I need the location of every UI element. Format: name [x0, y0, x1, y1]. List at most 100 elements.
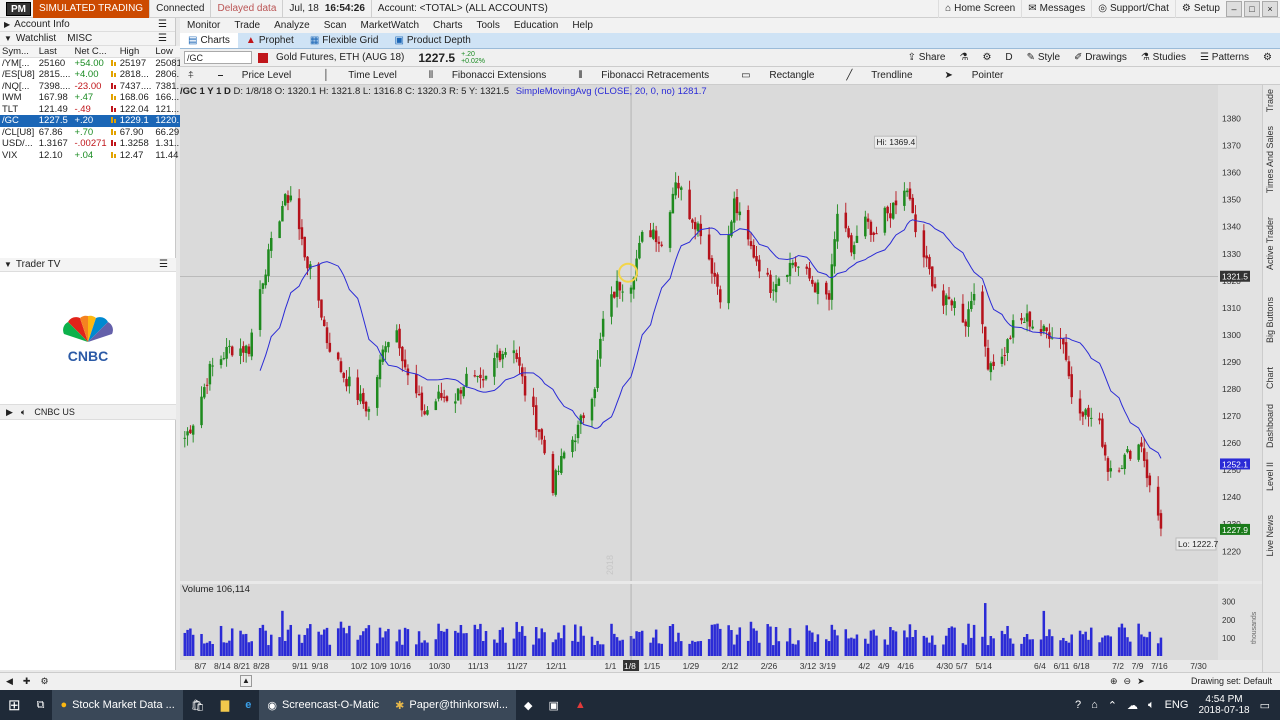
tab-flexible-grid[interactable]: ▦ Flexible Grid	[302, 33, 387, 48]
tab-product-depth[interactable]: ▣ Product Depth	[386, 33, 478, 48]
system-clock[interactable]: 4:54 PM 2018-07-18	[1198, 694, 1249, 716]
edge-button[interactable]: e	[237, 690, 259, 720]
taskbar-app-2[interactable]: ▣	[540, 690, 566, 720]
windows-start-button[interactable]: ⊞	[0, 690, 29, 720]
side-tab-dashboard[interactable]: Dashboard	[1265, 404, 1275, 448]
watchlist-row[interactable]: VIX 12.10 +.04 12.47 11.44	[0, 150, 189, 162]
taskbar-item-chrome[interactable]: ● Stock Market Data ...	[52, 690, 183, 720]
scroll-button[interactable]: ▲	[240, 675, 252, 687]
period-selector[interactable]: D	[1005, 52, 1012, 63]
messages-button[interactable]: ✉ Messages	[1021, 0, 1091, 18]
side-tab-big-buttons[interactable]: Big Buttons	[1265, 297, 1275, 343]
taskbar-app-1[interactable]: ◆	[516, 690, 540, 720]
tool-pointer[interactable]: ➤ Pointer	[929, 70, 1020, 81]
gear-icon[interactable]: ⚙	[1263, 52, 1272, 63]
volume-icon[interactable]: 🔈︎	[21, 405, 26, 419]
pointer-icon[interactable]: ➤	[1137, 676, 1145, 687]
zoom-in-icon[interactable]: ⊕	[1110, 676, 1118, 687]
setup-button[interactable]: ⚙ Setup	[1174, 0, 1226, 18]
taskbar-app-3[interactable]: ▲	[567, 690, 594, 720]
menu-icon[interactable]: ☰	[159, 258, 168, 272]
watchlist-column-header[interactable]: Net C...	[72, 46, 109, 58]
menu-item-marketwatch[interactable]: MarketWatch	[354, 18, 427, 33]
watchlist-row[interactable]: /NQ[... 7398.... -23.00 7437.... 7381...	[0, 81, 189, 93]
menu-item-education[interactable]: Education	[507, 18, 565, 33]
price-axis[interactable]: 1220123012401250126012701280129013001310…	[1218, 85, 1262, 581]
language-indicator[interactable]: ENG	[1165, 699, 1189, 711]
price-chart-area[interactable]: 2018 Hi: 1369.4 Lo: 1222.7	[180, 85, 1218, 581]
symbol-input[interactable]: /GC	[184, 51, 252, 64]
menu-item-charts[interactable]: Charts	[426, 18, 469, 33]
menu-icon[interactable]: ☰	[158, 18, 167, 32]
watchlist-row[interactable]: TLT 121.49 -.49 122.04 121....	[0, 104, 189, 116]
menu-item-help[interactable]: Help	[565, 18, 600, 33]
tool-fibonacci-extensions[interactable]: ⫴ Fibonacci Extensions	[413, 70, 562, 81]
home-screen-button[interactable]: ⌂ Home Screen	[938, 0, 1021, 18]
explorer-button[interactable]: ▇	[213, 690, 237, 720]
style-button[interactable]: ✎ Style	[1027, 52, 1060, 63]
gear-icon[interactable]: ⚙	[40, 676, 48, 687]
patterns-button[interactable]: ☰ Patterns	[1200, 52, 1249, 63]
taskbar-item-thinkorswim[interactable]: ✱ Paper@thinkorswi...	[387, 690, 516, 720]
flask-icon[interactable]: ⚗	[959, 52, 968, 63]
menu-item-scan[interactable]: Scan	[317, 18, 354, 33]
tool-price-level[interactable]: ⎯ Price Level	[202, 70, 307, 81]
menu-icon[interactable]: ☰	[158, 32, 167, 46]
network-icon[interactable]: ⌂	[1091, 699, 1098, 711]
task-view-button[interactable]: ⧉	[29, 690, 53, 720]
minimize-button[interactable]: –	[1226, 0, 1242, 17]
collapse-icon[interactable]: ◀	[6, 676, 13, 687]
tab-prophet[interactable]: ▲ Prophet	[238, 33, 302, 48]
menu-item-analyze[interactable]: Analyze	[267, 18, 317, 33]
watchlist-row[interactable]: /ES[U8] 2815.... +4.00 2818... 2806...	[0, 69, 189, 81]
menu-item-trade[interactable]: Trade	[227, 18, 267, 33]
watchlist-row[interactable]: IWM 167.98 +.47 168.06 166....	[0, 92, 189, 104]
watchlist-header[interactable]: ▼ Watchlist MISC ☰	[0, 32, 175, 46]
support-chat-button[interactable]: ◎ Support/Chat	[1091, 0, 1175, 18]
watchlist-row[interactable]: /GC 1227.5 +.20 1229.1 1220....	[0, 115, 190, 127]
watchlist-row[interactable]: USD/... 1.3167 -.00271 1.3258 1.31...	[0, 138, 189, 150]
tool-rectangle[interactable]: ▭ Rectangle	[725, 70, 830, 81]
tv-screen[interactable]: CNBC	[0, 272, 176, 404]
side-tab-chart[interactable]: Chart	[1265, 367, 1275, 389]
trader-tv-header[interactable]: ▼ Trader TV ☰	[0, 258, 176, 272]
close-button[interactable]: ×	[1262, 0, 1278, 17]
side-tab-active-trader[interactable]: Active Trader	[1265, 217, 1275, 270]
drawings-button[interactable]: ✐ Drawings	[1074, 52, 1127, 63]
symbol-link-icon[interactable]	[258, 52, 268, 63]
drawing-set-label[interactable]: Drawing set: Default	[1191, 676, 1272, 686]
volume-chart-area[interactable]: Volume 106,114	[180, 584, 1218, 660]
speaker-icon[interactable]: 🔈︎	[1148, 699, 1155, 712]
chevron-up-icon[interactable]: ⌃	[1108, 699, 1117, 712]
time-axis[interactable]: 8/7 8/14 8/21 8/28 9/11 9/18 10/2 10/9 10/16 10/3…	[180, 660, 1220, 672]
store-button[interactable]: 🛍︎	[183, 690, 213, 720]
watchlist-row[interactable]: /CL[U8] 67.86 +.70 67.90 66.29	[0, 127, 189, 139]
side-tab-live-news[interactable]: Live News	[1265, 515, 1275, 557]
price-chart-svg[interactable]: 2018 Hi: 1369.4 Lo: 1222.7	[180, 85, 1218, 581]
zoom-out-icon[interactable]: ⊖	[1124, 676, 1132, 687]
channel-selector[interactable]: CNBC US	[34, 405, 75, 419]
side-tab-times-and-sales[interactable]: Times And Sales	[1265, 126, 1275, 193]
watchlist-name[interactable]: MISC	[67, 33, 92, 44]
tool-trendline[interactable]: ╱ Trendline	[830, 70, 928, 81]
gear-icon[interactable]: ⚙	[982, 52, 991, 63]
account-info-header[interactable]: ▶ Account Info ☰	[0, 18, 175, 32]
share-button[interactable]: ⇪ Share	[908, 52, 946, 63]
watchlist-column-header[interactable]	[108, 46, 118, 58]
maximize-button[interactable]: □	[1244, 0, 1260, 17]
side-tab-level-ii[interactable]: Level II	[1265, 462, 1275, 491]
watchlist-column-header[interactable]: Last	[36, 46, 73, 58]
tool-fibonacci-retracements[interactable]: ⫴ Fibonacci Retracements	[562, 70, 725, 81]
studies-button[interactable]: ⚗ Studies	[1141, 52, 1186, 63]
tool-time-level[interactable]: │ Time Level	[307, 70, 413, 81]
add-gadget-icon[interactable]: ✚	[23, 676, 31, 687]
cloud-icon[interactable]: ☁	[1127, 699, 1138, 712]
menu-item-monitor[interactable]: Monitor	[180, 18, 227, 33]
account-selector[interactable]: Account: <TOTAL> (ALL ACCOUNTS)	[370, 0, 554, 18]
help-icon[interactable]: ?	[1075, 699, 1081, 711]
watchlist-column-header[interactable]: Sym...	[0, 46, 37, 58]
watchlist-column-header[interactable]: High	[117, 46, 154, 58]
side-tab-trade[interactable]: Trade	[1265, 89, 1275, 112]
tab-charts[interactable]: ▤ Charts	[180, 33, 238, 48]
notifications-icon[interactable]: ▭	[1260, 699, 1270, 712]
